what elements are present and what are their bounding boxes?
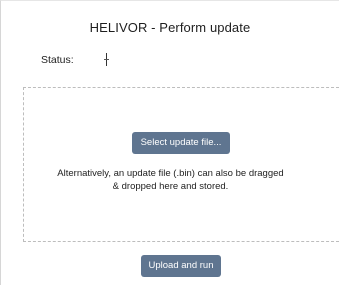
status-cursor-icon xyxy=(104,53,109,66)
select-update-file-button[interactable]: Select update file... xyxy=(132,132,230,154)
update-page: HELIVOR - Perform update Status: Select … xyxy=(0,0,339,285)
drag-drop-hint: Alternatively, an update file (.bin) can… xyxy=(24,167,317,193)
page-title: HELIVOR - Perform update xyxy=(89,20,251,35)
status-label: Status: xyxy=(41,54,74,66)
drag-drop-hint-line1: Alternatively, an update file (.bin) can… xyxy=(57,168,284,179)
upload-and-run-button[interactable]: Upload and run xyxy=(141,255,221,277)
file-drop-zone[interactable]: Select update file... Alternatively, an … xyxy=(23,87,339,242)
drag-drop-hint-line2: & dropped here and stored. xyxy=(112,181,229,192)
